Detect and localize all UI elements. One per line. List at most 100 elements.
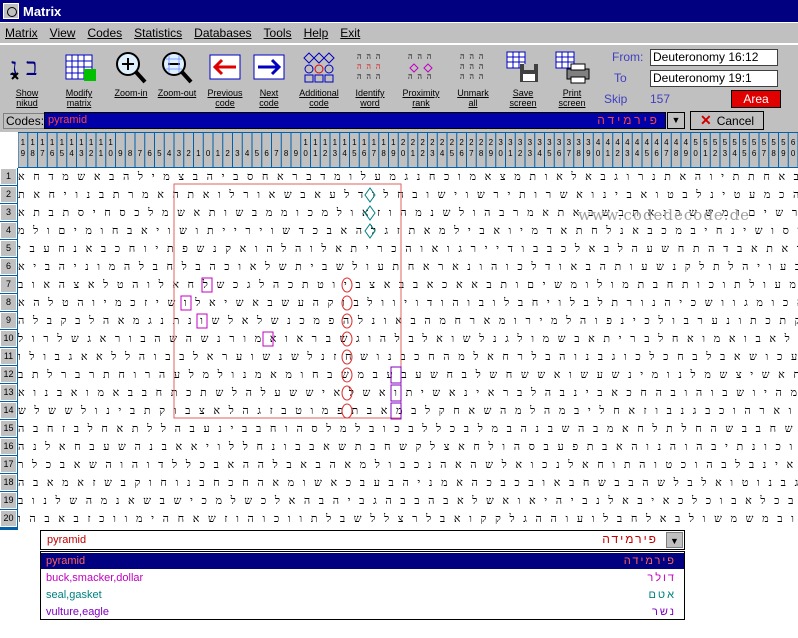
svg-text:ה ה ה: ה ה ה: [408, 52, 432, 61]
column-number: 6: [752, 149, 757, 158]
column-number: 6: [654, 149, 659, 158]
column-number: 1: [216, 149, 221, 158]
proximity-rank-button[interactable]: ה ה ה ה ה ה Proximity rank: [396, 47, 446, 109]
column-number: 6: [362, 149, 367, 158]
legend-select[interactable]: pyramid פירמידה ▼: [40, 530, 685, 550]
column-number: 1: [60, 138, 65, 147]
column-number: 8: [284, 149, 289, 158]
column-number: 0: [108, 149, 113, 158]
previous-code-button[interactable]: Previous code: [200, 47, 250, 109]
column-number: 6: [264, 149, 269, 158]
next-code-button[interactable]: Next code: [244, 47, 294, 109]
column-number: 5: [352, 149, 357, 158]
column-number: 1: [108, 138, 113, 147]
menu-statistics[interactable]: Statistics: [129, 26, 189, 40]
column-number: 0: [596, 149, 601, 158]
zoom-out-button[interactable]: Zoom-out: [152, 47, 202, 109]
column-number: 1: [313, 149, 318, 158]
column-number: 1: [703, 149, 708, 158]
unmark-icon: ה ה הה ה הה ה ה: [453, 47, 493, 87]
column-number: 5: [742, 138, 747, 147]
legend-select-value: pyramid: [47, 534, 87, 546]
magnifier-plus-icon: [111, 47, 151, 87]
column-number: 5: [255, 149, 260, 158]
column-number: 5: [762, 138, 767, 147]
column-number: 8: [674, 149, 679, 158]
to-label: To: [614, 71, 627, 85]
letter-matrix[interactable]: ב מ א כ ש כ א ת ב ה א נ צ ב ש א ה ל ו ב …: [18, 168, 798, 530]
area-button[interactable]: Area: [731, 90, 781, 108]
column-number: 5: [703, 138, 708, 147]
skip-value: 157: [650, 92, 671, 106]
svg-text:ה ה ה: ה ה ה: [460, 52, 484, 61]
identify-word-button[interactable]: ה ה הה ה הה ה ה Identify word: [345, 47, 395, 109]
column-number: 2: [479, 138, 484, 147]
cancel-button[interactable]: ✕ Cancel: [690, 111, 764, 130]
column-number: 3: [430, 149, 435, 158]
seal-letter-mark: [364, 205, 376, 221]
menu-codes[interactable]: Codes: [82, 26, 129, 40]
codes-legend: pyramid פירמידה ▼ pyramid פירמידה buck,s…: [40, 530, 685, 620]
column-number: 1: [89, 138, 94, 147]
dollar-letter-mark: [262, 331, 274, 347]
column-number: 9: [781, 149, 786, 158]
column-number: 4: [732, 149, 737, 158]
row-number: 9: [0, 312, 17, 329]
column-number: 5: [781, 138, 786, 147]
legend-item-label: vulture,eagle: [46, 606, 109, 618]
legend-item-seal[interactable]: seal,gasket אטם: [41, 587, 684, 603]
column-number: 3: [586, 138, 591, 147]
previous-code-label: Previous code: [207, 88, 243, 108]
to-field[interactable]: Deuteronomy 19:1: [650, 70, 778, 87]
column-number: 2: [430, 138, 435, 147]
menu-help[interactable]: Help: [299, 26, 336, 40]
column-number: 3: [557, 138, 562, 147]
chevron-down-icon[interactable]: ▼: [666, 532, 683, 548]
column-number: 9: [684, 149, 689, 158]
column-number: 9: [118, 149, 123, 158]
code-letter-mark: [341, 331, 353, 347]
menu-databases[interactable]: Databases: [189, 26, 258, 40]
menu-matrix[interactable]: Matrix: [0, 26, 45, 40]
cancel-label: Cancel: [716, 113, 755, 128]
chevron-down-icon[interactable]: ▼: [667, 112, 685, 129]
unmark-all-label: Unmark all: [457, 88, 489, 108]
row-number: 2: [0, 186, 17, 203]
legend-item-pyramid[interactable]: pyramid פירמידה: [41, 553, 684, 569]
menu-view[interactable]: View: [45, 26, 83, 40]
diamond-grid-icon: [299, 47, 339, 87]
column-number: 0: [401, 149, 406, 158]
legend-item-dollar[interactable]: buck,smacker,dollar דולר: [41, 570, 684, 586]
column-number: 4: [664, 138, 669, 147]
column-number: 3: [625, 149, 630, 158]
vulture-letter-mark: [390, 402, 402, 420]
legend-item-vulture[interactable]: vulture,eagle נשר: [41, 604, 684, 620]
additional-code-button[interactable]: Additional code: [294, 47, 344, 109]
column-number: 4: [684, 138, 689, 147]
menu-tools[interactable]: Tools: [259, 26, 299, 40]
unmark-all-button[interactable]: ה ה הה ה הה ה ה Unmark all: [448, 47, 498, 109]
column-number: 3: [576, 138, 581, 147]
show-nikud-button[interactable]: נב Show nikud: [2, 47, 52, 109]
column-number: 1: [99, 138, 104, 147]
column-number: 2: [420, 138, 425, 147]
vulture-letter-mark: [390, 384, 402, 402]
row-number: 16: [0, 438, 17, 455]
row-number: 15: [0, 420, 17, 437]
column-number: 1: [30, 138, 35, 147]
legend-item-hebrew: פירמידה: [623, 555, 676, 567]
column-number: 3: [567, 138, 572, 147]
save-screen-button[interactable]: Save screen: [498, 47, 548, 109]
modify-matrix-button[interactable]: Modify matrix: [54, 47, 104, 109]
print-screen-button[interactable]: Print screen: [547, 47, 597, 109]
from-field[interactable]: Deuteronomy 16:12: [650, 49, 778, 66]
row-number: 12: [0, 366, 17, 383]
column-number: 4: [674, 138, 679, 147]
legend-item-hebrew: נשר: [652, 606, 676, 618]
codes-select[interactable]: pyramid פירמידה: [44, 112, 666, 129]
arrow-right-icon: [249, 47, 289, 87]
menu-exit[interactable]: Exit: [335, 26, 367, 40]
row-number: 6: [0, 258, 17, 275]
grid-icon: [59, 47, 99, 87]
zoom-in-button[interactable]: Zoom-in: [106, 47, 156, 109]
